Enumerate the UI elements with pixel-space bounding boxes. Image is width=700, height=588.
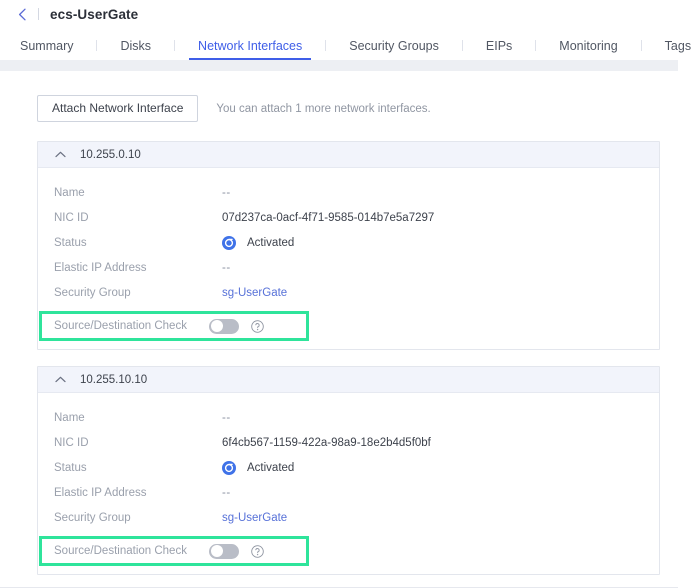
- row-label: Status: [54, 236, 87, 249]
- chevron-left-icon[interactable]: [17, 7, 28, 21]
- row-label: Security Group: [54, 286, 131, 299]
- nic-row-security-group: Security Group sg-UserGate: [38, 280, 659, 305]
- security-group-link[interactable]: sg-UserGate: [222, 512, 287, 524]
- nic-panel: 10.255.0.10 Name -- NIC ID 07d237ca-0acf…: [37, 141, 660, 350]
- tab-eips[interactable]: EIPs: [486, 39, 512, 60]
- source-destination-check-toggle[interactable]: [209, 318, 239, 334]
- security-group-link[interactable]: sg-UserGate: [222, 287, 287, 299]
- row-value-status: Activated: [222, 235, 295, 250]
- tab-divider: [174, 40, 176, 51]
- nic-panel-title: 10.255.0.10: [80, 148, 141, 161]
- source-destination-check-row: Source/Destination Check: [39, 311, 309, 341]
- status-text: Activated: [247, 461, 295, 474]
- nic-row-nic-id: NIC ID 07d237ca-0acf-4f71-9585-014b7e5a7…: [38, 205, 659, 230]
- row-label: Name: [54, 186, 85, 199]
- tab-divider: [325, 40, 327, 51]
- page-title: ecs-UserGate: [50, 6, 139, 22]
- row-label: Security Group: [54, 511, 131, 524]
- nic-row-status: Status Activated: [38, 455, 659, 480]
- nic-panel-title: 10.255.10.10: [80, 373, 148, 386]
- network-interfaces-panel: Attach Network Interface You can attach …: [0, 71, 678, 588]
- breadcrumb-divider: [38, 8, 39, 20]
- tab-monitoring[interactable]: Monitoring: [559, 39, 617, 60]
- nic-row-name: Name --: [38, 405, 659, 430]
- toolbar: Attach Network Interface You can attach …: [0, 71, 678, 122]
- source-destination-check-row: Source/Destination Check: [39, 536, 309, 566]
- tab-bottom-band: [0, 60, 678, 71]
- question-circle-icon[interactable]: [251, 544, 264, 558]
- chevron-up-icon[interactable]: [54, 149, 66, 161]
- chevron-up-icon[interactable]: [54, 374, 66, 386]
- row-label: Source/Destination Check: [54, 545, 187, 557]
- tab-divider: [96, 40, 98, 51]
- tab-security-groups[interactable]: Security Groups: [349, 39, 439, 60]
- nic-row-nic-id: NIC ID 6f4cb567-1159-422a-98a9-18e2b4d5f…: [38, 430, 659, 455]
- ecs-detail-page: ecs-UserGate Summary Disks Network Inter…: [0, 0, 700, 588]
- status-text: Activated: [247, 236, 295, 249]
- row-label: Name: [54, 411, 85, 424]
- toggle-knob: [210, 320, 223, 332]
- activated-status-icon: [222, 235, 236, 250]
- row-value-elastic-ip: --: [222, 261, 231, 274]
- row-value-name: --: [222, 411, 231, 424]
- row-label: Elastic IP Address: [54, 261, 147, 274]
- tab-divider: [640, 40, 642, 51]
- row-label: NIC ID: [54, 211, 89, 224]
- nic-panel-header[interactable]: 10.255.0.10: [38, 142, 659, 168]
- attach-hint-text: You can attach 1 more network interfaces…: [216, 102, 431, 115]
- tab-network-interfaces[interactable]: Network Interfaces: [189, 39, 312, 60]
- nic-panel: 10.255.10.10 Name -- NIC ID 6f4cb567-115…: [37, 366, 660, 575]
- tab-disks[interactable]: Disks: [120, 39, 151, 60]
- question-circle-icon[interactable]: [251, 319, 264, 333]
- row-label: Elastic IP Address: [54, 486, 147, 499]
- attach-network-interface-button[interactable]: Attach Network Interface: [37, 95, 199, 122]
- row-value-name: --: [222, 186, 231, 199]
- tab-divider: [461, 40, 463, 51]
- row-value-status: Activated: [222, 460, 295, 475]
- row-value-nic-id: 6f4cb567-1159-422a-98a9-18e2b4d5f0bf: [222, 436, 431, 449]
- breadcrumb: ecs-UserGate: [0, 0, 700, 28]
- tab-divider: [535, 40, 537, 51]
- nic-row-status: Status Activated: [38, 230, 659, 255]
- tab-bar: Summary Disks Network Interfaces Securit…: [0, 28, 700, 60]
- nic-row-elastic-ip: Elastic IP Address --: [38, 480, 659, 505]
- activated-status-icon: [222, 460, 236, 475]
- nic-row-name: Name --: [38, 180, 659, 205]
- row-value-elastic-ip: --: [222, 486, 231, 499]
- toggle-knob: [210, 545, 223, 557]
- nic-panel-body: Name -- NIC ID 07d237ca-0acf-4f71-9585-0…: [38, 168, 659, 349]
- nic-panel-body: Name -- NIC ID 6f4cb567-1159-422a-98a9-1…: [38, 393, 659, 574]
- nic-row-security-group: Security Group sg-UserGate: [38, 505, 659, 530]
- row-label: Source/Destination Check: [54, 320, 187, 332]
- row-label: NIC ID: [54, 436, 89, 449]
- source-destination-check-toggle[interactable]: [209, 543, 239, 559]
- row-label: Status: [54, 461, 87, 474]
- nic-panel-header[interactable]: 10.255.10.10: [38, 367, 659, 393]
- tab-summary[interactable]: Summary: [20, 39, 73, 60]
- tab-tags[interactable]: Tags: [665, 39, 691, 60]
- nic-row-elastic-ip: Elastic IP Address --: [38, 255, 659, 280]
- row-value-nic-id: 07d237ca-0acf-4f71-9585-014b7e5a7297: [222, 211, 435, 224]
